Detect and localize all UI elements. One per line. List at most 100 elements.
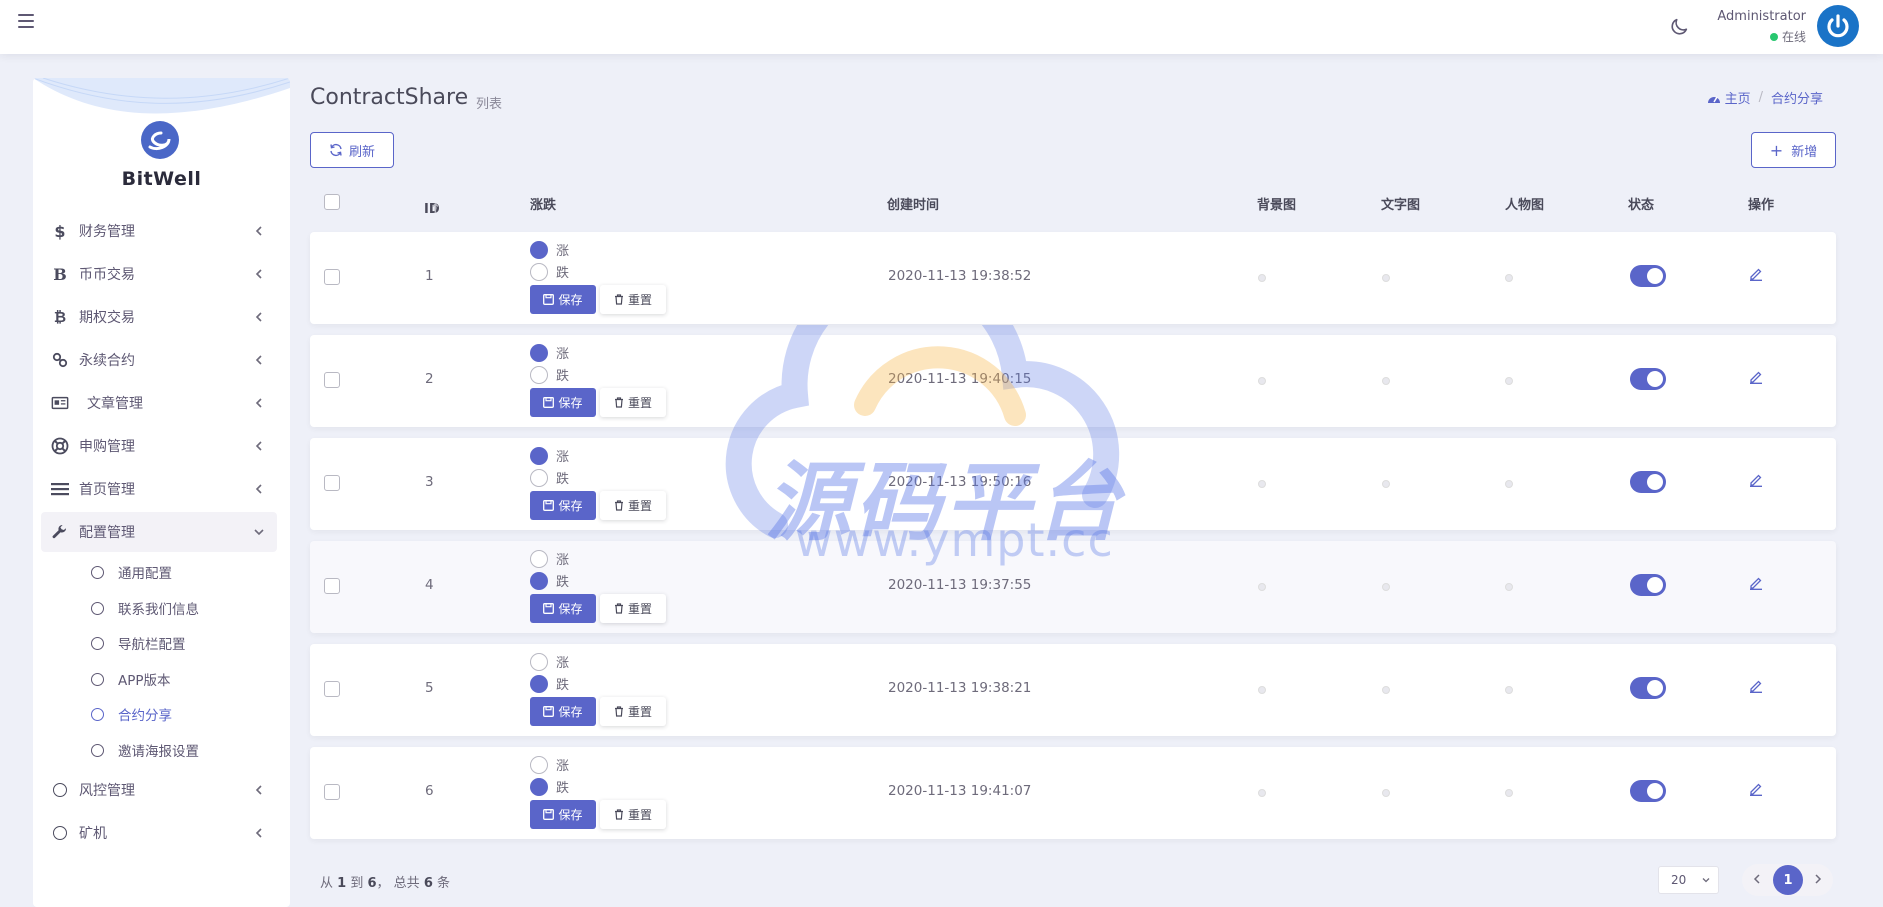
chevron-left-icon[interactable] — [1750, 872, 1764, 886]
text-image-thumb[interactable] — [1382, 686, 1390, 694]
add-button[interactable]: + 新增 — [1751, 132, 1836, 168]
bg-image-thumb[interactable] — [1258, 377, 1266, 385]
radio-up[interactable]: 涨 — [530, 755, 569, 774]
radio-down[interactable]: 跌 — [530, 674, 569, 693]
save-button[interactable]: 保存 — [530, 491, 596, 520]
save-button[interactable]: 保存 — [530, 285, 596, 314]
reset-button[interactable]: 重置 — [600, 594, 666, 623]
save-button[interactable]: 保存 — [530, 697, 596, 726]
row-checkbox[interactable] — [324, 372, 340, 388]
radio-down[interactable]: 跌 — [530, 468, 569, 487]
radio-up[interactable]: 涨 — [530, 549, 569, 568]
edit-icon[interactable] — [1749, 576, 1763, 590]
sidebar-item-miner[interactable]: 矿机 — [41, 813, 277, 853]
reset-button[interactable]: 重置 — [600, 285, 666, 314]
radio-up[interactable]: 涨 — [530, 240, 569, 259]
save-button[interactable]: 保存 — [530, 594, 596, 623]
bg-image-thumb[interactable] — [1258, 274, 1266, 282]
radio-down-label: 跌 — [556, 674, 569, 693]
status-toggle[interactable] — [1630, 574, 1666, 596]
row-checkbox[interactable] — [324, 269, 340, 285]
lifebuoy-icon — [51, 437, 69, 455]
row-id: 1 — [425, 268, 434, 284]
text-image-thumb[interactable] — [1382, 480, 1390, 488]
radio-up[interactable]: 涨 — [530, 343, 569, 362]
bg-image-thumb[interactable] — [1258, 686, 1266, 694]
person-image-thumb[interactable] — [1505, 274, 1513, 282]
sub-item-app-version[interactable]: APP版本 — [91, 664, 290, 694]
sub-item-general-config[interactable]: 通用配置 — [91, 557, 290, 587]
reset-button[interactable]: 重置 — [600, 491, 666, 520]
text-image-thumb[interactable] — [1382, 583, 1390, 591]
reset-button[interactable]: 重置 — [600, 388, 666, 417]
user-name[interactable]: Administrator — [1717, 9, 1806, 24]
sidebar-item-articles[interactable]: 文章管理 — [41, 383, 277, 423]
sidebar-item-finance[interactable]: $ 财务管理 — [41, 211, 277, 251]
status-toggle[interactable] — [1630, 368, 1666, 390]
status-toggle[interactable] — [1630, 265, 1666, 287]
sub-item-navbar-config[interactable]: 导航栏配置 — [91, 628, 290, 658]
avatar[interactable] — [1817, 5, 1859, 47]
page-1-button[interactable]: 1 — [1773, 865, 1803, 895]
reset-button[interactable]: 重置 — [600, 697, 666, 726]
toggle-knob — [1647, 577, 1663, 593]
radio-down[interactable]: 跌 — [530, 777, 569, 796]
text-image-thumb[interactable] — [1382, 377, 1390, 385]
save-icon — [543, 603, 554, 614]
radio-up[interactable]: 涨 — [530, 446, 569, 465]
bg-image-thumb[interactable] — [1258, 583, 1266, 591]
table-row: 2 涨 跌 保存 重置 2020-11-13 19:40:15 — [310, 335, 1836, 427]
sidebar-item-risk-control[interactable]: 风控管理 — [41, 770, 277, 810]
edit-icon[interactable] — [1749, 267, 1763, 281]
person-image-thumb[interactable] — [1505, 686, 1513, 694]
row-checkbox[interactable] — [324, 475, 340, 491]
text-image-thumb[interactable] — [1382, 274, 1390, 282]
breadcrumb-home[interactable]: 主页 — [1707, 88, 1751, 107]
radio-up[interactable]: 涨 — [530, 652, 569, 671]
sub-item-label: 联系我们信息 — [118, 598, 199, 618]
person-image-thumb[interactable] — [1505, 789, 1513, 797]
sidebar-item-options[interactable]: ₿ 期权交易 — [41, 297, 277, 337]
sidebar-item-config[interactable]: 配置管理 — [41, 512, 277, 552]
radio-down[interactable]: 跌 — [530, 571, 569, 590]
radio-down-label: 跌 — [556, 262, 569, 281]
sidebar-item-spot-trading[interactable]: B 币币交易 — [41, 254, 277, 294]
save-label: 保存 — [558, 394, 582, 411]
save-button[interactable]: 保存 — [530, 388, 596, 417]
menu-toggle-icon[interactable] — [18, 14, 34, 28]
refresh-button[interactable]: 刷新 — [310, 132, 394, 168]
page-size-select[interactable]: 20 — [1658, 866, 1719, 894]
status-toggle[interactable] — [1630, 471, 1666, 493]
refresh-label: 刷新 — [349, 141, 375, 160]
reset-button[interactable]: 重置 — [600, 800, 666, 829]
sub-item-contact-us[interactable]: 联系我们信息 — [91, 593, 290, 623]
status-toggle[interactable] — [1630, 677, 1666, 699]
sidebar-item-subscription[interactable]: 申购管理 — [41, 426, 277, 466]
row-checkbox[interactable] — [324, 578, 340, 594]
person-image-thumb[interactable] — [1505, 480, 1513, 488]
sidebar-item-perpetual[interactable]: 永续合约 — [41, 340, 277, 380]
edit-icon[interactable] — [1749, 370, 1763, 384]
text-image-thumb[interactable] — [1382, 789, 1390, 797]
chevron-left-icon — [253, 827, 265, 839]
radio-down[interactable]: 跌 — [530, 365, 569, 384]
bg-image-thumb[interactable] — [1258, 789, 1266, 797]
table-row: 5 涨 跌 保存 重置 2020-11-13 19:38:21 — [310, 644, 1836, 736]
bg-image-thumb[interactable] — [1258, 480, 1266, 488]
person-image-thumb[interactable] — [1505, 583, 1513, 591]
sidebar-item-homepage[interactable]: 首页管理 — [41, 469, 277, 509]
select-all-checkbox[interactable] — [324, 194, 340, 210]
person-image-thumb[interactable] — [1505, 377, 1513, 385]
dark-mode-icon[interactable] — [1668, 16, 1690, 38]
edit-icon[interactable] — [1749, 782, 1763, 796]
status-toggle[interactable] — [1630, 780, 1666, 802]
row-checkbox[interactable] — [324, 784, 340, 800]
sub-item-invite-poster[interactable]: 邀请海报设置 — [91, 735, 290, 765]
save-button[interactable]: 保存 — [530, 800, 596, 829]
edit-icon[interactable] — [1749, 473, 1763, 487]
radio-down[interactable]: 跌 — [530, 262, 569, 281]
row-checkbox[interactable] — [324, 681, 340, 697]
edit-icon[interactable] — [1749, 679, 1763, 693]
sub-item-contract-share[interactable]: 合约分享 — [91, 699, 290, 729]
chevron-right-icon[interactable] — [1811, 872, 1825, 886]
